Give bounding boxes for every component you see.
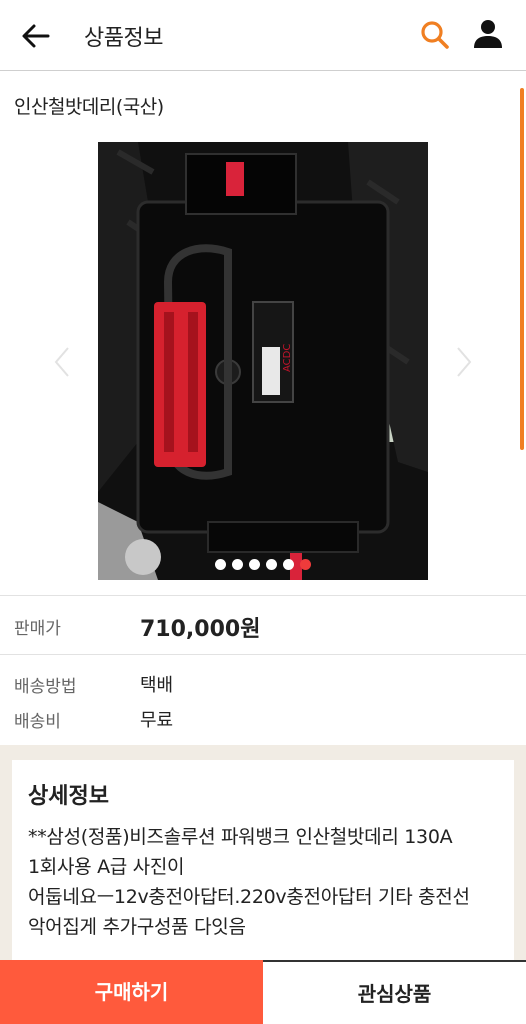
shipping-method-label: 배송방법: [14, 677, 77, 697]
buy-button[interactable]: 구매하기: [0, 960, 263, 1024]
gallery-prev-button[interactable]: [50, 344, 74, 380]
chevron-left-icon: [54, 347, 69, 377]
wishlist-button[interactable]: 관심상품: [263, 960, 526, 1024]
back-button[interactable]: [18, 18, 54, 54]
user-button[interactable]: [470, 16, 506, 52]
bottom-action-bar: 구매하기 관심상품: [0, 960, 526, 1024]
detail-description: **삼성(정품)비즈솔루션 파워뱅크 인산철밧데리 130A 1회사용 A급 사…: [28, 826, 470, 938]
top-app-bar: 상품정보: [0, 0, 526, 71]
search-icon: [421, 21, 449, 49]
price-value: 710,000원: [140, 617, 261, 642]
gallery-next-button[interactable]: [452, 344, 476, 380]
gallery-dot[interactable]: [249, 559, 260, 570]
detail-title: 상세정보: [28, 784, 109, 809]
shipping-fee-value: 무료: [140, 710, 174, 731]
divider: [0, 654, 526, 655]
gallery-dot[interactable]: [283, 559, 294, 570]
arrow-left-icon: [22, 24, 50, 48]
shipping-method-value: 택배: [140, 675, 174, 696]
price-label: 판매가: [14, 619, 61, 639]
gallery-dot[interactable]: [266, 559, 277, 570]
scrollbar[interactable]: [520, 88, 524, 450]
shipping-fee-label: 배송비: [14, 712, 61, 732]
divider: [0, 595, 526, 596]
svg-text:ACDC: ACDC: [282, 344, 293, 372]
gallery-pagination: [98, 559, 428, 570]
gallery-dot[interactable]: [215, 559, 226, 570]
search-button[interactable]: [418, 18, 452, 52]
product-name: 인산철밧데리(국산): [14, 96, 164, 118]
gallery-dot[interactable]: [232, 559, 243, 570]
gallery-dot-active[interactable]: [300, 559, 311, 570]
page-title: 상품정보: [84, 26, 163, 51]
product-image-gallery[interactable]: ACDC: [98, 142, 428, 580]
chevron-right-icon: [457, 347, 472, 377]
user-icon: [474, 20, 502, 48]
product-photo: ACDC: [98, 142, 428, 580]
